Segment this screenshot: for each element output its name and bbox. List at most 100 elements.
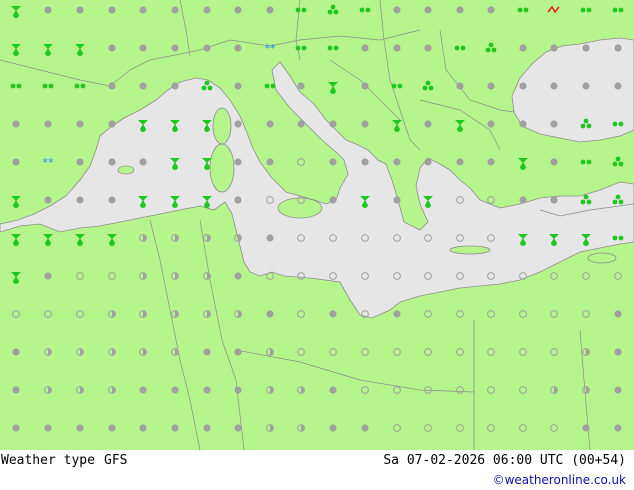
overcast-icon: [108, 158, 116, 166]
overcast-icon: [76, 6, 84, 14]
overcast-icon: [550, 120, 558, 128]
overcast-icon: [12, 424, 20, 432]
overcast-icon: [108, 196, 116, 204]
overcast-icon: [12, 158, 20, 166]
overcast-icon: [424, 44, 432, 52]
overcast-icon: [234, 272, 242, 280]
overcast-icon: [234, 82, 242, 90]
overcast-icon: [44, 272, 52, 280]
overcast-icon: [234, 120, 242, 128]
overcast-icon: [203, 386, 211, 394]
overcast-icon: [234, 196, 242, 204]
overcast-icon: [139, 6, 147, 14]
overcast-icon: [329, 310, 337, 318]
overcast-icon: [139, 82, 147, 90]
map-canvas: ** **: [0, 0, 634, 450]
overcast-icon: [203, 348, 211, 356]
overcast-icon: [139, 158, 147, 166]
overcast-icon: [12, 386, 20, 394]
overcast-icon: [44, 120, 52, 128]
overcast-icon: [456, 82, 464, 90]
overcast-icon: [329, 386, 337, 394]
overcast-icon: [550, 158, 558, 166]
overcast-icon: [44, 424, 52, 432]
overcast-icon: [614, 82, 622, 90]
overcast-icon: [171, 386, 179, 394]
overcast-icon: [424, 120, 432, 128]
overcast-icon: [234, 44, 242, 52]
overcast-icon: [171, 82, 179, 90]
overcast-icon: [76, 120, 84, 128]
overcast-icon: [361, 424, 369, 432]
overcast-icon: [108, 44, 116, 52]
overcast-icon: [550, 82, 558, 90]
overcast-icon: [487, 6, 495, 14]
svg-text:**: **: [43, 156, 55, 169]
overcast-icon: [171, 424, 179, 432]
product-label: Weather type: [1, 453, 95, 468]
snow-icon: **: [265, 42, 277, 55]
overcast-icon: [582, 82, 590, 90]
credit-link[interactable]: ©weatheronline.co.uk: [493, 473, 626, 487]
overcast-icon: [108, 82, 116, 90]
overcast-icon: [614, 424, 622, 432]
overcast-icon: [12, 120, 20, 128]
sardinia: [209, 143, 235, 193]
overcast-icon: [519, 82, 527, 90]
overcast-icon: [361, 158, 369, 166]
overcast-icon: [614, 348, 622, 356]
snow-icon: **: [43, 156, 55, 169]
overcast-icon: [139, 424, 147, 432]
overcast-icon: [487, 158, 495, 166]
weather-map: ** **: [0, 0, 634, 450]
overcast-icon: [266, 234, 274, 242]
valid-time-label: Sa 07-02-2026 06:00 UTC (00+54): [383, 453, 626, 468]
overcast-icon: [171, 44, 179, 52]
overcast-icon: [456, 6, 464, 14]
overcast-icon: [139, 386, 147, 394]
overcast-icon: [393, 310, 401, 318]
overcast-icon: [266, 310, 274, 318]
overcast-icon: [76, 158, 84, 166]
overcast-icon: [171, 6, 179, 14]
overcast-icon: [614, 386, 622, 394]
crete: [449, 245, 491, 255]
overcast-icon: [361, 120, 369, 128]
overcast-icon: [614, 44, 622, 52]
overcast-icon: [329, 158, 337, 166]
overcast-icon: [203, 424, 211, 432]
overcast-icon: [393, 158, 401, 166]
overcast-icon: [393, 6, 401, 14]
overcast-icon: [44, 196, 52, 204]
overcast-icon: [614, 310, 622, 318]
overcast-icon: [203, 44, 211, 52]
overcast-icon: [234, 158, 242, 166]
balearic-islands: [117, 165, 135, 175]
overcast-icon: [550, 44, 558, 52]
svg-text:**: **: [265, 42, 277, 55]
overcast-icon: [234, 424, 242, 432]
overcast-icon: [297, 120, 305, 128]
overcast-icon: [108, 424, 116, 432]
corsica: [212, 107, 232, 145]
model-label: GFS: [104, 453, 128, 468]
overcast-icon: [108, 120, 116, 128]
overcast-icon: [519, 44, 527, 52]
overcast-icon: [361, 82, 369, 90]
overcast-icon: [582, 44, 590, 52]
overcast-icon: [266, 120, 274, 128]
overcast-icon: [266, 6, 274, 14]
cyprus: [587, 252, 617, 264]
overcast-icon: [519, 120, 527, 128]
overcast-icon: [424, 158, 432, 166]
sicily: [277, 197, 323, 219]
overcast-icon: [203, 6, 211, 14]
overcast-icon: [76, 424, 84, 432]
overcast-icon: [550, 196, 558, 204]
overcast-icon: [234, 348, 242, 356]
overcast-icon: [424, 6, 432, 14]
overcast-icon: [582, 424, 590, 432]
overcast-icon: [297, 82, 305, 90]
overcast-icon: [393, 196, 401, 204]
overcast-icon: [12, 348, 20, 356]
